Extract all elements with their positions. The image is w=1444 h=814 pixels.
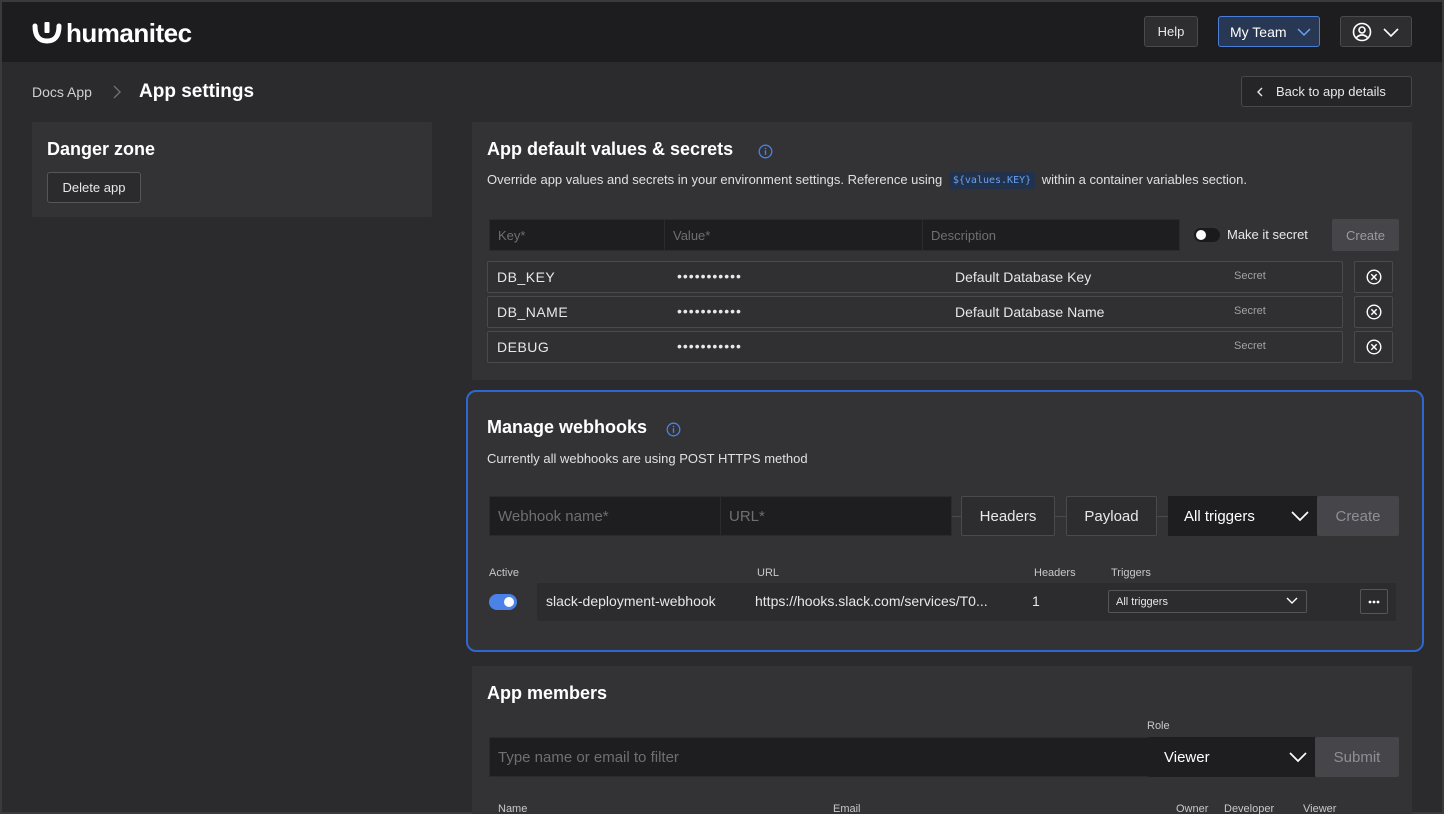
webhook-name-input[interactable]: Webhook name* xyxy=(489,496,721,536)
connector-line xyxy=(952,516,961,517)
webhook-name: slack-deployment-webhook xyxy=(546,593,716,609)
webhook-row[interactable]: slack-deployment-webhook https://hooks.s… xyxy=(537,583,1396,621)
webhook-triggers-select[interactable]: All triggers xyxy=(1108,590,1307,613)
secret-description: Default Database Name xyxy=(955,304,1105,320)
column-header-headers: Headers xyxy=(1034,567,1076,579)
create-webhook-button[interactable]: Create xyxy=(1317,496,1399,536)
back-to-app-label: Back to app details xyxy=(1276,84,1386,99)
make-secret-label: Make it secret xyxy=(1227,227,1308,242)
column-header-name: Name xyxy=(498,803,528,814)
column-header-viewer: Viewer xyxy=(1303,803,1337,814)
more-horizontal-icon xyxy=(1368,600,1380,603)
secrets-description: Override app values and secrets in your … xyxy=(487,172,1247,190)
triggers-select[interactable]: All triggers xyxy=(1168,496,1317,536)
secret-row[interactable]: DB_NAME ••••••••••• Default Database Nam… xyxy=(487,296,1343,328)
delete-secret-button[interactable] xyxy=(1354,331,1393,363)
chevron-right-icon xyxy=(113,85,121,99)
connector-line xyxy=(1157,516,1168,517)
secret-value: ••••••••••• xyxy=(677,303,742,319)
role-select[interactable]: Viewer xyxy=(1148,737,1315,777)
payload-button[interactable]: Payload xyxy=(1066,496,1157,536)
danger-zone-panel: Danger zone Delete app xyxy=(32,122,432,217)
key-input[interactable]: Key* xyxy=(489,219,665,251)
column-header-active: Active xyxy=(489,567,519,579)
column-header-owner: Owner xyxy=(1176,803,1209,814)
secrets-panel: App default values & secrets Override ap… xyxy=(472,122,1412,380)
webhook-headers-count: 1 xyxy=(1032,593,1040,609)
triggers-select-label: All triggers xyxy=(1184,507,1255,525)
close-circle-icon xyxy=(1365,269,1382,285)
make-secret-toggle[interactable] xyxy=(1194,228,1220,242)
role-select-value: Viewer xyxy=(1164,748,1210,766)
secret-badge: Secret xyxy=(1234,270,1266,282)
delete-secret-button[interactable] xyxy=(1354,261,1393,293)
secret-key: DEBUG xyxy=(497,339,550,355)
members-panel: App members Role Type name or email to f… xyxy=(472,666,1412,814)
headers-button[interactable]: Headers xyxy=(961,496,1055,536)
chevron-down-icon xyxy=(1383,28,1399,38)
chevron-down-icon xyxy=(1297,28,1311,37)
webhooks-description: Currently all webhooks are using POST HT… xyxy=(487,451,808,466)
value-input[interactable]: Value* xyxy=(664,219,923,251)
user-circle-icon xyxy=(1352,22,1372,42)
danger-zone-title: Danger zone xyxy=(47,139,156,159)
webhook-more-button[interactable] xyxy=(1360,589,1388,614)
info-icon[interactable] xyxy=(666,422,681,437)
webhook-url: https://hooks.slack.com/services/T0... xyxy=(755,593,988,609)
chevron-down-icon xyxy=(1286,597,1298,604)
secret-row[interactable]: DEBUG ••••••••••• Secret xyxy=(487,331,1343,363)
description-input[interactable]: Description xyxy=(922,219,1180,251)
secret-badge: Secret xyxy=(1234,340,1266,352)
values-key-code: ${values.KEY} xyxy=(948,172,1036,189)
page-title: App settings xyxy=(139,81,255,102)
webhooks-title: Manage webhooks xyxy=(487,417,648,437)
back-to-app-button[interactable]: Back to app details xyxy=(1241,76,1412,107)
secrets-description-text: Override app values and secrets in your … xyxy=(487,172,943,187)
secret-value: ••••••••••• xyxy=(677,338,742,354)
members-title: App members xyxy=(487,683,608,703)
close-circle-icon xyxy=(1365,339,1382,355)
column-header-triggers: Triggers xyxy=(1111,567,1151,579)
secret-value: ••••••••••• xyxy=(677,268,742,284)
column-header-url: URL xyxy=(757,567,780,579)
member-filter-input[interactable]: Type name or email to filter xyxy=(489,737,1149,777)
logo-text: humanitec xyxy=(66,18,192,48)
logo-mark-icon xyxy=(32,22,62,44)
team-select[interactable]: My Team xyxy=(1218,16,1320,47)
create-secret-button[interactable]: Create xyxy=(1332,219,1399,251)
chevron-down-icon xyxy=(1289,752,1307,763)
delete-secret-button[interactable] xyxy=(1354,296,1393,328)
team-select-label: My Team xyxy=(1230,23,1287,40)
secret-key: DB_KEY xyxy=(497,269,556,285)
info-icon[interactable] xyxy=(758,144,773,159)
secret-key: DB_NAME xyxy=(497,304,569,320)
secrets-description-text-end: within a container variables section. xyxy=(1041,172,1248,187)
close-circle-icon xyxy=(1365,304,1382,320)
secret-description: Default Database Key xyxy=(955,269,1092,285)
webhooks-panel: Manage webhooks Currently all webhooks a… xyxy=(466,390,1424,652)
submit-member-button[interactable]: Submit xyxy=(1315,737,1399,777)
webhook-url-input[interactable]: URL* xyxy=(720,496,952,536)
breadcrumb-parent-link[interactable]: Docs App xyxy=(32,84,92,100)
secret-row[interactable]: DB_KEY ••••••••••• Default Database Key … xyxy=(487,261,1343,293)
role-label: Role xyxy=(1147,720,1170,732)
secret-badge: Secret xyxy=(1234,305,1266,317)
webhook-triggers-label: All triggers xyxy=(1116,595,1168,608)
chevron-down-icon xyxy=(1291,511,1309,522)
top-bar: humanitec Help My Team xyxy=(2,2,1442,62)
secrets-title: App default values & secrets xyxy=(487,139,734,159)
humanitec-logo[interactable]: humanitec xyxy=(32,20,192,46)
connector-line xyxy=(1055,516,1066,517)
column-header-email: Email xyxy=(833,803,861,814)
chevron-left-icon xyxy=(1257,87,1263,97)
column-header-developer: Developer xyxy=(1224,803,1275,814)
delete-app-button[interactable]: Delete app xyxy=(47,172,141,203)
webhook-active-toggle[interactable] xyxy=(489,594,517,610)
user-menu[interactable] xyxy=(1340,16,1412,47)
help-button[interactable]: Help xyxy=(1144,16,1198,47)
